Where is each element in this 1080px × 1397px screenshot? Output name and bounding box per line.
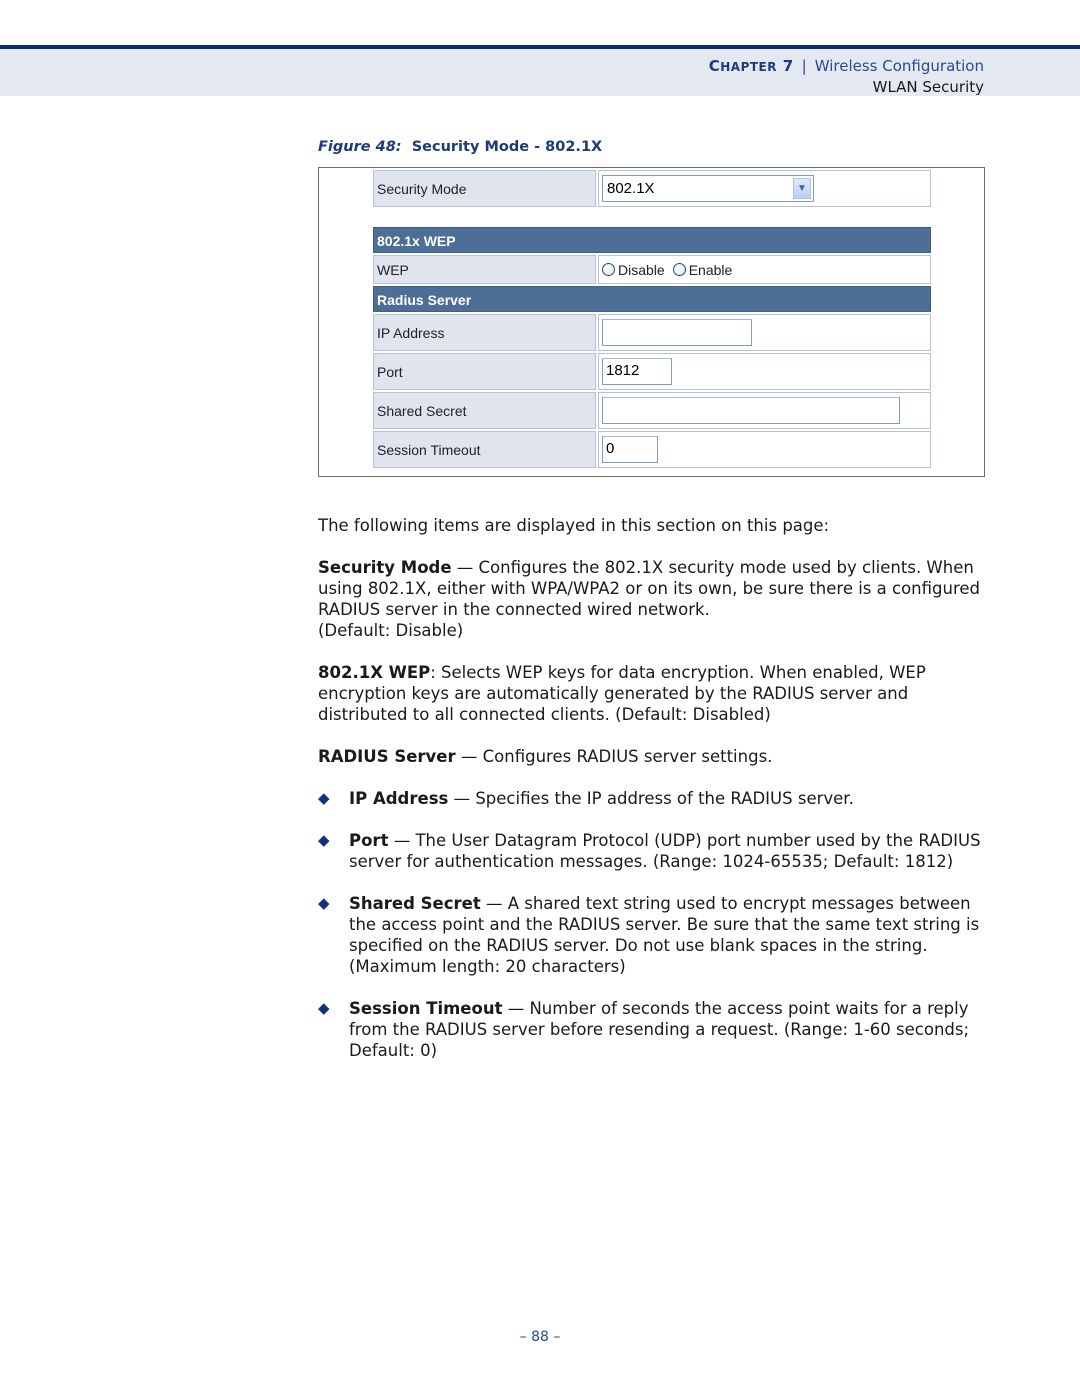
wep-row: WEP Disable Enable <box>373 255 931 284</box>
running-header: CHAPTER 7 | Wireless Configuration WLAN Se… <box>709 56 984 97</box>
radius-description: — Configures RADIUS server settings. <box>455 747 773 766</box>
security-mode-select[interactable]: 802.1X ▼ <box>602 175 814 202</box>
diamond-bullet-icon: ◆ <box>318 999 330 1017</box>
chapter-prefix: C <box>708 57 721 75</box>
ip-address-cell <box>598 314 931 351</box>
header-separator: | <box>801 57 807 75</box>
figure-screenshot: Security Mode 802.1X ▼ 802.1x WEP WEP Di… <box>318 167 985 477</box>
port-label: Port <box>373 353 596 390</box>
page-number: – 88 – <box>519 1329 561 1345</box>
chapter-rest: HAPTER <box>720 60 777 74</box>
chapter-title: Wireless Configuration <box>814 57 984 75</box>
radius-paragraph: RADIUS Server — Configures RADIUS server… <box>318 746 988 767</box>
bullet-term: Session Timeout <box>349 999 503 1018</box>
wep-radio-group: Disable Enable <box>602 262 732 278</box>
bullet-session-timeout: ◆ Session Timeout — Number of seconds th… <box>318 998 988 1061</box>
shared-secret-row: Shared Secret <box>373 392 931 429</box>
wep-section-header: 802.1x WEP <box>373 227 931 253</box>
ip-address-label: IP Address <box>373 314 596 351</box>
bullet-port: ◆ Port — The User Datagram Protocol (UDP… <box>318 830 988 872</box>
session-timeout-label: Session Timeout <box>373 431 596 468</box>
wep-term: 802.1X WEP <box>318 663 431 682</box>
figure-caption: Figure 48: Security Mode - 802.1X <box>318 139 602 155</box>
security-mode-default: (Default: Disable) <box>318 621 464 640</box>
chapter-line: CHAPTER 7 | Wireless Configuration <box>709 56 984 77</box>
bullet-term: IP Address <box>349 789 449 808</box>
radio-circle-icon[interactable] <box>672 263 686 276</box>
figure-title: Security Mode - 802.1X <box>411 139 603 155</box>
security-mode-row: Security Mode 802.1X ▼ <box>373 170 931 207</box>
security-mode-term: Security Mode <box>318 558 452 577</box>
session-timeout-input[interactable]: 0 <box>602 436 658 463</box>
session-timeout-row: Session Timeout 0 <box>373 431 931 468</box>
wep-label: WEP <box>373 255 596 284</box>
wep-cell: Disable Enable <box>598 255 931 284</box>
security-mode-label: Security Mode <box>373 170 596 207</box>
port-input[interactable]: 1812 <box>602 358 672 385</box>
bullet-description: — Specifies the IP address of the RADIUS… <box>448 789 854 808</box>
intro-paragraph: The following items are displayed in thi… <box>318 516 830 535</box>
wep-paragraph: 802.1X WEP: Selects WEP keys for data en… <box>318 662 988 725</box>
security-mode-cell: 802.1X ▼ <box>598 170 931 207</box>
bullet-shared-secret: ◆ Shared Secret — A shared text string u… <box>318 893 988 977</box>
wep-enable-radio[interactable]: Enable <box>672 261 733 278</box>
port-row: Port 1812 <box>373 353 931 390</box>
security-mode-paragraph: Security Mode — Configures the 802.1X se… <box>318 557 988 641</box>
ip-address-row: IP Address <box>373 314 931 351</box>
radius-term: RADIUS Server <box>318 747 456 766</box>
page-header: CHAPTER 7 | Wireless Configuration WLAN Se… <box>0 45 1080 96</box>
security-mode-value: 802.1X <box>607 180 655 197</box>
shared-secret-cell <box>598 392 931 429</box>
ip-address-input[interactable] <box>602 319 752 346</box>
diamond-bullet-icon: ◆ <box>318 789 330 807</box>
wep-disable-label: Disable <box>618 261 665 278</box>
security-form: Security Mode 802.1X ▼ 802.1x WEP WEP Di… <box>373 170 931 470</box>
figure-label: Figure 48: <box>318 139 402 155</box>
bullet-term: Port <box>349 831 389 850</box>
wep-enable-label: Enable <box>688 261 733 278</box>
chapter-label: CHAPTER 7 <box>709 57 794 75</box>
shared-secret-label: Shared Secret <box>373 392 596 429</box>
radius-section-header: Radius Server <box>373 286 931 312</box>
body-text: The following items are displayed in thi… <box>318 515 988 1082</box>
radio-circle-icon[interactable] <box>602 263 615 276</box>
chevron-down-icon[interactable]: ▼ <box>793 178 811 199</box>
diamond-bullet-icon: ◆ <box>318 831 330 849</box>
bullet-term: Shared Secret <box>349 894 481 913</box>
section-title: WLAN Security <box>872 78 984 96</box>
wep-disable-radio[interactable]: Disable <box>602 262 665 278</box>
diamond-bullet-icon: ◆ <box>318 894 330 912</box>
shared-secret-input[interactable] <box>602 397 900 424</box>
chapter-number: 7 <box>782 57 794 75</box>
session-timeout-cell: 0 <box>598 431 931 468</box>
port-cell: 1812 <box>598 353 931 390</box>
bullet-ip-address: ◆ IP Address — Specifies the IP address … <box>318 788 988 809</box>
bullet-description: — The User Datagram Protocol (UDP) port … <box>349 831 981 871</box>
